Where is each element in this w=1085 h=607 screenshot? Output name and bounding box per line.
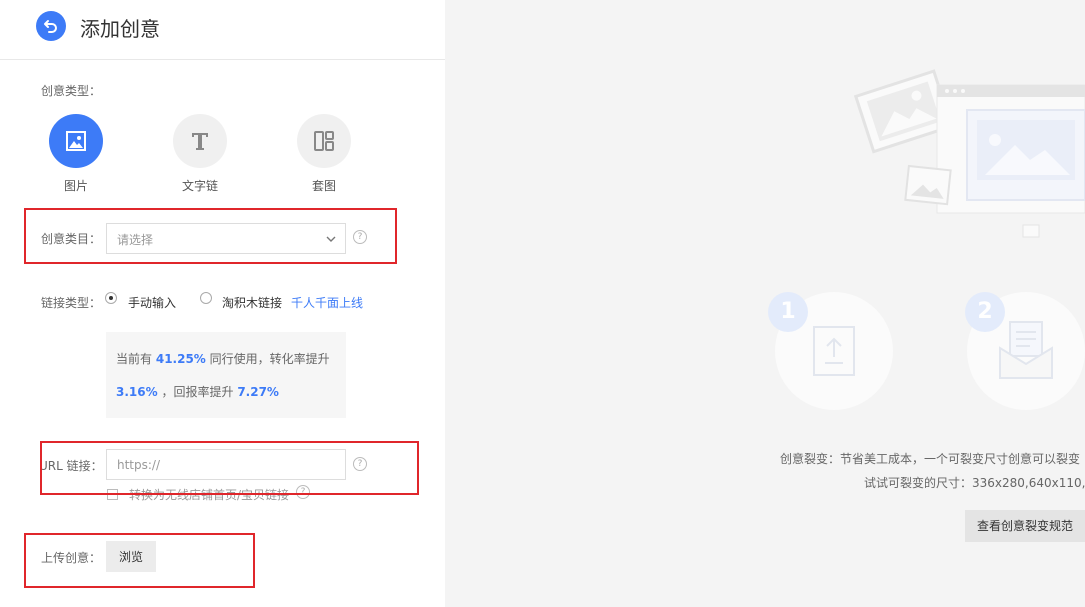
left-panel: 添加创意 创意类型： 图片 文字链 套图 创意类目： 请选择 ? 链接类型： 手…	[0, 0, 445, 607]
annotation-box-upload	[24, 533, 255, 588]
text-t-icon	[192, 133, 208, 150]
type-set-label: 套图	[311, 179, 336, 193]
link-type-label: 链接类型：	[41, 296, 102, 310]
type-text-link-label: 文字链	[181, 179, 218, 193]
step-2-badge: 2	[965, 292, 1005, 332]
stats-line-1: 当前有 41.25% 同行使用，转化率提升	[116, 350, 330, 367]
step-1-badge: 1	[768, 292, 808, 332]
undo-icon	[44, 20, 57, 33]
annotation-box-category	[24, 208, 397, 264]
fission-sizes: 试试可裂变的尺寸：336x280,640x110,48	[864, 476, 1085, 490]
creative-type-label: 创意类型：	[41, 84, 102, 98]
promo-link[interactable]: 千人千面上线	[291, 294, 363, 311]
stats-return-value: 7.27%	[237, 385, 279, 399]
view-fission-rules-button[interactable]: 查看创意裂变规范	[965, 510, 1085, 542]
page-title: 添加创意	[80, 17, 160, 41]
upload-icon	[813, 326, 855, 376]
stats-conversion-value: 3.16%	[116, 385, 158, 399]
right-panel: 1 2 创意裂变：节省美工成本，一个可裂变尺寸创意可以裂变 试试可裂变的尺寸：3…	[445, 0, 1085, 607]
type-image-button[interactable]	[49, 114, 103, 168]
stats-box: 当前有 41.25% 同行使用，转化率提升 3.16% ，回报率提升 7.27%	[106, 332, 346, 418]
radio-manual-input[interactable]	[105, 292, 117, 304]
annotation-box-url	[40, 441, 419, 495]
fission-description: 创意裂变：节省美工成本，一个可裂变尺寸创意可以裂变	[780, 452, 1081, 466]
stats-usage-value: 41.25%	[155, 352, 206, 366]
stats-line-2: 3.16% ，回报率提升 7.27%	[116, 383, 279, 400]
stats-prefix: 当前有	[116, 352, 153, 366]
radio-manual-label[interactable]: 手动输入	[128, 294, 176, 311]
type-image-label: 图片	[63, 179, 88, 193]
stats-mid: ，回报率提升	[161, 385, 234, 399]
envelope-icon	[999, 321, 1053, 379]
illustration-graphic	[853, 69, 1085, 238]
image-icon	[66, 131, 86, 151]
layout-icon	[314, 131, 334, 151]
type-text-link-button[interactable]	[173, 114, 227, 168]
header: 添加创意	[0, 0, 445, 60]
radio-taojimu-label[interactable]: 淘积木链接	[222, 294, 282, 311]
radio-taojimu[interactable]	[200, 292, 212, 304]
stats-suffix: 同行使用，转化率提升	[209, 352, 330, 366]
type-set-button[interactable]	[297, 114, 351, 168]
back-button[interactable]	[36, 11, 66, 41]
